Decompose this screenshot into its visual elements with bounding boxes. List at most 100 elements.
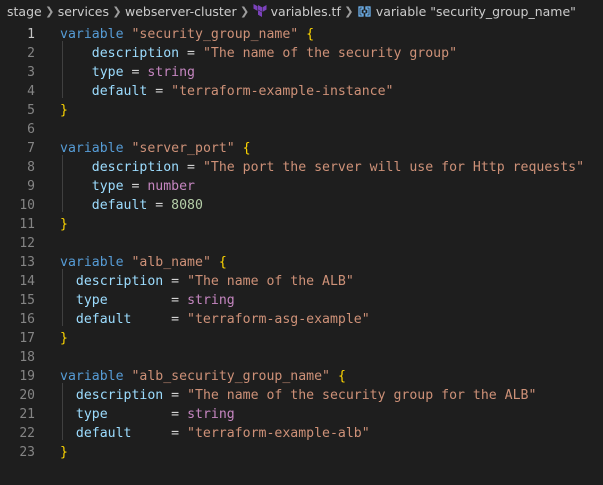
code-text: variable "server_port" { (60, 139, 251, 158)
code-line[interactable]: 22 default = "terraform-example-alb" (0, 424, 603, 443)
line-number: 13 (19, 255, 35, 270)
code-line[interactable]: 9 type = number (0, 177, 603, 196)
code-line[interactable]: 4 default = "terraform-example-instance" (0, 82, 603, 101)
code-line[interactable]: 20 description = "The name of the securi… (0, 386, 603, 405)
line-number: 23 (19, 445, 35, 460)
code-token: "terraform-example-instance" (171, 84, 394, 99)
line-number: 3 (27, 65, 35, 80)
code-text: type = number (60, 177, 195, 196)
code-line[interactable]: 15 type = string (0, 291, 603, 310)
code-text: description = "The port the server will … (60, 158, 584, 177)
breadcrumb-stage[interactable]: stage (7, 4, 42, 19)
code-text: type = string (60, 291, 235, 310)
code-line[interactable]: 2 description = "The name of the securit… (0, 44, 603, 63)
code-token: { (306, 27, 315, 42)
code-text: description = "The name of the security … (60, 44, 457, 63)
line-number: 1 (27, 27, 35, 42)
code-token: description (91, 46, 180, 61)
code-line[interactable]: 18 (0, 348, 603, 367)
line-number: 20 (19, 388, 35, 403)
code-token: { (242, 141, 251, 156)
code-token: "server_port" (131, 141, 235, 156)
breadcrumb-webserver-cluster[interactable]: webserver-cluster (125, 4, 237, 19)
breadcrumb-file[interactable]: variables.tf (271, 4, 341, 19)
code-token: = (123, 179, 148, 194)
code-token: = (147, 198, 172, 213)
code-line[interactable]: 23} (0, 443, 603, 462)
code-text: description = "The name of the ALB" (60, 272, 354, 291)
line-number: 7 (27, 141, 35, 156)
code-line[interactable]: 5} (0, 101, 603, 120)
line-number: 17 (19, 331, 35, 346)
line-number: 15 (19, 293, 35, 308)
code-line[interactable]: 16 default = "terraform-asg-example" (0, 310, 603, 329)
code-token: "security_group_name" (131, 27, 299, 42)
code-text: } (60, 329, 68, 348)
chevron-right-icon: ❯ (240, 4, 250, 18)
code-token: type (75, 293, 108, 308)
chevron-right-icon: ❯ (112, 4, 122, 18)
line-number: 9 (27, 179, 35, 194)
line-number: 21 (19, 407, 35, 422)
line-number: 5 (27, 103, 35, 118)
code-token: } (60, 103, 68, 118)
code-editor[interactable]: 1 variable "security_group_name" {2 descr… (0, 22, 603, 485)
code-token: "The name of the ALB" (187, 274, 354, 289)
code-token: type (75, 407, 108, 422)
breadcrumb-services[interactable]: services (58, 4, 109, 19)
breadcrumb-symbol[interactable]: variable "security_group_name" (376, 4, 576, 19)
code-text: } (60, 443, 68, 462)
code-token: { (337, 369, 346, 384)
code-text: description = "The name of the security … (60, 386, 537, 405)
code-token: = (131, 426, 188, 441)
line-number: 11 (19, 217, 35, 232)
code-token: "alb_security_group_name" (131, 369, 330, 384)
line-number: 8 (27, 160, 35, 175)
code-line[interactable]: 8 description = "The port the server wil… (0, 158, 603, 177)
code-line[interactable]: 11} (0, 215, 603, 234)
code-text: default = 8080 (60, 196, 203, 215)
line-number: 4 (27, 84, 35, 99)
code-token: { (218, 255, 227, 270)
code-token: "The port the server will use for Http r… (202, 160, 585, 175)
code-line[interactable]: 14 description = "The name of the ALB" (0, 272, 603, 291)
code-line[interactable]: 6 (0, 120, 603, 139)
code-token: string (187, 407, 235, 422)
code-line[interactable]: 10 default = 8080 (0, 196, 603, 215)
code-token: variable (60, 369, 124, 384)
code-token: description (91, 160, 180, 175)
code-token: } (60, 445, 68, 460)
code-token: = (123, 65, 148, 80)
code-line[interactable]: 19 variable "alb_security_group_name" { (0, 367, 603, 386)
code-line[interactable]: 3 type = string (0, 63, 603, 82)
code-token: default (91, 84, 148, 99)
code-token: = (179, 46, 203, 61)
code-line[interactable]: 17} (0, 329, 603, 348)
code-token: description (75, 274, 164, 289)
terraform-icon (253, 4, 267, 18)
code-text: default = "terraform-example-alb" (60, 424, 370, 443)
code-token: = (179, 160, 203, 175)
line-number: 22 (19, 426, 35, 441)
code-line[interactable]: 13 variable "alb_name" { (0, 253, 603, 272)
line-number: 6 (27, 122, 35, 137)
code-line[interactable]: 21 type = string (0, 405, 603, 424)
code-line[interactable]: 1 variable "security_group_name" { (0, 25, 603, 44)
code-text: default = "terraform-asg-example" (60, 310, 370, 329)
code-line[interactable]: 7 variable "server_port" { (0, 139, 603, 158)
code-text: variable "alb_security_group_name" { (60, 367, 346, 386)
code-line[interactable]: 12 (0, 234, 603, 253)
code-token: default (75, 312, 132, 327)
code-text: } (60, 101, 68, 120)
